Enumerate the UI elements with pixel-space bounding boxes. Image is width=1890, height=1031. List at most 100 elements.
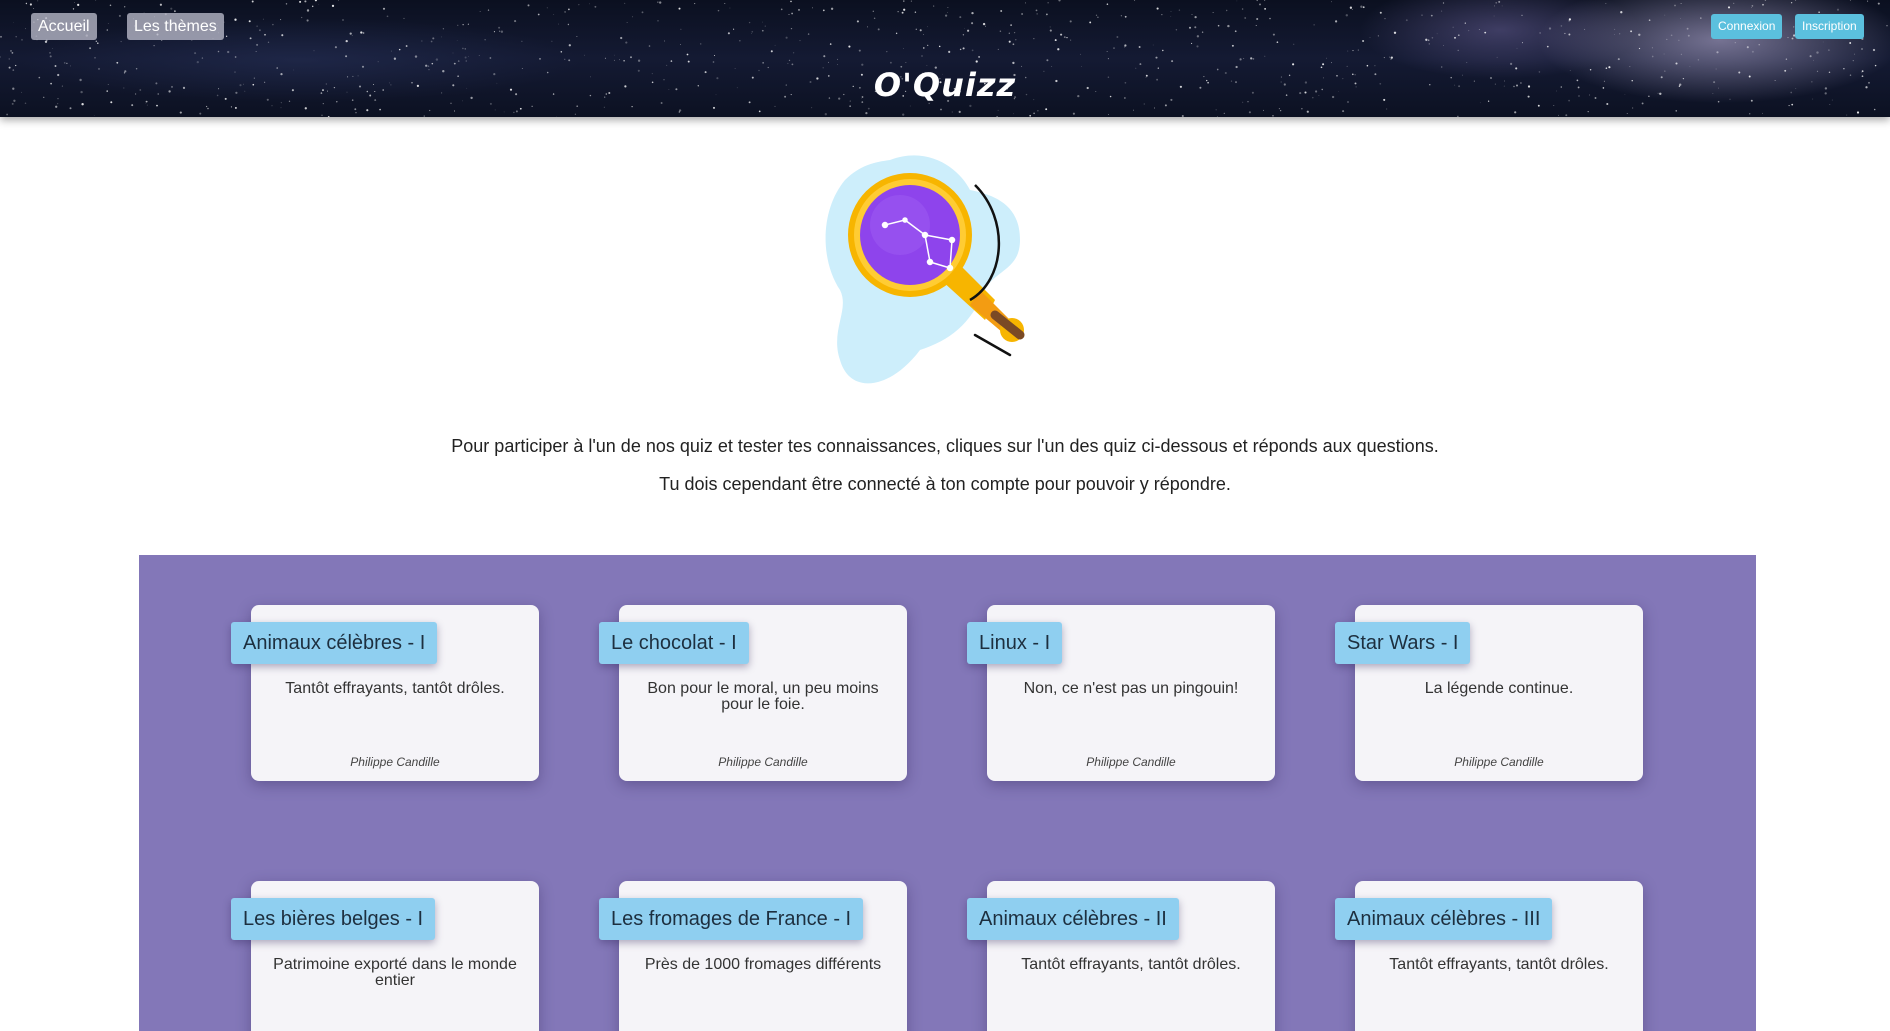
connexion-button[interactable]: Connexion: [1711, 14, 1783, 39]
star-dot: [604, 57, 606, 59]
quiz-card-title[interactable]: Animaux célèbres - III: [1335, 898, 1553, 940]
star-dot: [1734, 42, 1736, 44]
nav-themes-button[interactable]: Les thèmes: [127, 13, 224, 40]
star-dot: [1852, 59, 1854, 62]
quiz-card-title[interactable]: Animaux célèbres - II: [967, 898, 1179, 940]
star-dot: [659, 1, 662, 4]
quiz-card-title[interactable]: Les fromages de France - I: [599, 898, 864, 940]
star-dot: [1342, 110, 1345, 113]
star-dot: [1212, 12, 1214, 14]
star-dot: [551, 40, 553, 42]
star-dot: [1264, 0, 1266, 1]
star-dot: [1564, 32, 1566, 35]
quiz-card-title[interactable]: Animaux célèbres - I: [231, 622, 438, 664]
star-dot: [848, 45, 851, 48]
star-dot: [1196, 45, 1199, 48]
star-dot: [712, 61, 715, 63]
star-dot: [1495, 2, 1497, 4]
star-dot: [964, 27, 965, 29]
quiz-card[interactable]: Les fromages de France - I Près de 1000 …: [599, 881, 907, 1031]
quiz-card-description: Non, ce n'est pas un pingouin!: [1023, 680, 1239, 697]
star-dot: [1215, 109, 1217, 111]
quiz-card-title[interactable]: Linux - I: [967, 622, 1063, 664]
star-dot: [493, 31, 495, 33]
star-dot: [1070, 39, 1072, 41]
star-dot: [969, 104, 972, 108]
star-dot: [1493, 15, 1495, 17]
quiz-card[interactable]: Star Wars - I La légende continue. Phili…: [1335, 605, 1643, 781]
star-dot: [25, 2, 28, 5]
star-dot: [915, 28, 917, 30]
star-dot: [199, 112, 202, 115]
telescope-icon: [825, 155, 1025, 384]
star-dot: [790, 27, 793, 30]
star-dot: [1134, 0, 1136, 1]
star-dot: [1256, 0, 1258, 2]
star-dot: [1132, 109, 1134, 111]
star-dot: [910, 0, 912, 2]
star-dot: [156, 104, 158, 107]
star-dot: [1791, 103, 1794, 106]
star-dot: [1680, 53, 1683, 56]
star-dot: [940, 108, 942, 111]
star-dot: [788, 59, 791, 62]
star-dot: [620, 36, 623, 40]
star-dot: [1049, 29, 1052, 32]
star-dot: [1809, 55, 1812, 58]
star-dot: [1853, 53, 1855, 55]
quiz-card-title[interactable]: Le chocolat - I: [599, 622, 749, 664]
star-dot: [55, 105, 58, 108]
star-dot: [823, 55, 826, 58]
star-dot: [234, 106, 237, 109]
star-dot: [1069, 20, 1072, 23]
intro-text-line1: Pour participer à l'un de nos quiz et te…: [451, 436, 1439, 456]
star-dot: [626, 22, 628, 23]
star-dot: [1269, 17, 1271, 20]
star-dot: [521, 40, 523, 42]
star-dot: [1587, 110, 1589, 113]
star-dot: [909, 105, 911, 107]
star-dot: [311, 5, 314, 8]
star-dot: [1029, 114, 1032, 117]
star-dot: [405, 45, 408, 47]
star-dot: [923, 34, 924, 35]
quiz-card[interactable]: Animaux célèbres - I Tantôt effrayants, …: [231, 605, 539, 781]
star-dot: [828, 61, 829, 63]
star-dot: [1057, 48, 1060, 51]
star-dot: [539, 58, 541, 60]
quiz-card[interactable]: Linux - I Non, ce n'est pas un pingouin!…: [967, 605, 1275, 781]
star-dot: [109, 4, 112, 7]
quiz-card[interactable]: Animaux célèbres - III Tantôt effrayants…: [1335, 881, 1643, 1031]
star-dot: [1379, 11, 1382, 14]
quiz-card-title[interactable]: Star Wars - I: [1335, 622, 1471, 664]
star-dot: [958, 110, 961, 113]
star-dot: [1565, 114, 1568, 117]
quiz-card[interactable]: Animaux célèbres - II Tantôt effrayants,…: [967, 881, 1275, 1031]
quiz-card[interactable]: Le chocolat - I Bon pour le moral, un pe…: [599, 605, 907, 781]
star-dot: [1352, 50, 1354, 52]
star-dot: [727, 32, 730, 35]
star-dot: [902, 113, 905, 116]
star-dot: [1194, 26, 1197, 29]
star-dot: [713, 106, 715, 109]
star-dot: [613, 59, 615, 61]
quiz-card[interactable]: Les bières belges - I Patrimoine exporté…: [231, 881, 539, 1031]
star-dot: [856, 20, 859, 23]
quiz-card-title[interactable]: Les bières belges - I: [231, 898, 436, 940]
star-dot: [1762, 112, 1763, 114]
star-dot: [867, 107, 870, 110]
star-dot: [0, 35, 2, 38]
star-dot: [1156, 7, 1159, 10]
star-dot: [594, 5, 597, 8]
star-dot: [1751, 5, 1754, 7]
star-dot: [631, 105, 633, 108]
star-dot: [1196, 35, 1200, 38]
star-dot: [556, 116, 557, 117]
inscription-button[interactable]: Inscription: [1795, 14, 1864, 39]
star-dot: [462, 47, 464, 50]
nav-accueil-button[interactable]: Accueil: [31, 13, 97, 40]
star-dot: [762, 62, 764, 64]
star-dot: [999, 30, 1002, 32]
star-dot: [1514, 111, 1517, 114]
site-logo[interactable]: O'Quizz: [0, 66, 1890, 104]
